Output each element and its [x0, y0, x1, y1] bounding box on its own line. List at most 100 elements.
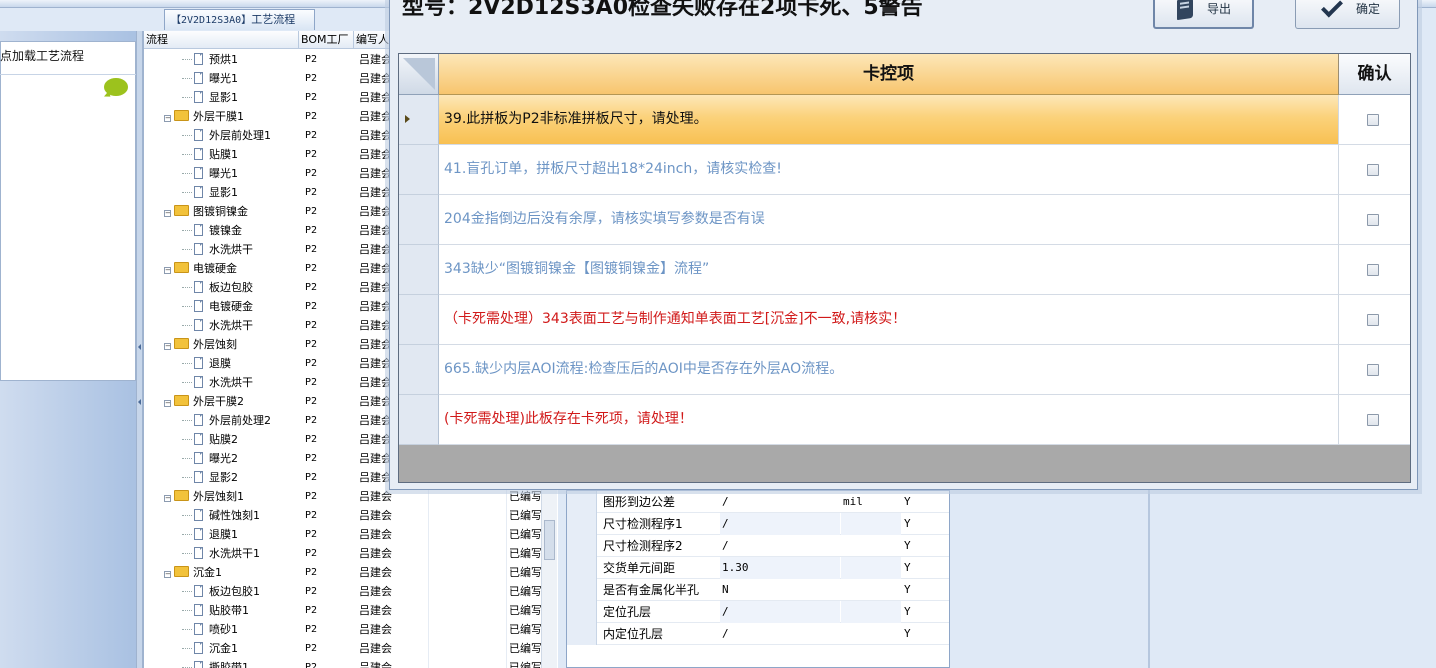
row-header[interactable] [399, 145, 439, 195]
process-name-text: 板边包胶1 [209, 585, 260, 598]
row-selector[interactable] [567, 513, 597, 535]
table-row[interactable]: 碱性蚀刻1 P2 吕建会 已编写 [144, 506, 558, 525]
confirm-checkbox[interactable] [1367, 114, 1379, 126]
confirm-checkbox[interactable] [1367, 314, 1379, 326]
table-row[interactable]: 板边包胶1 P2 吕建会 已编写 [144, 582, 558, 601]
right-panel-divider [1148, 490, 1150, 668]
col-header-bom[interactable]: BOM工厂 [299, 31, 354, 49]
process-name: 撕胶带1 [182, 658, 299, 668]
check-item-text: 665.缺少内层AOI流程:检查压后的AOI中是否存在外层AO流程。 [439, 345, 1339, 395]
document-icon [194, 471, 203, 483]
row-selector[interactable] [567, 557, 597, 579]
process-name: 板边包胶 [182, 278, 299, 297]
param-value[interactable]: / [720, 491, 840, 513]
grid-scrollbar[interactable] [541, 490, 557, 668]
param-name: 图形到边公差 [603, 495, 676, 509]
check-item-row[interactable]: 41.盲孔订单，拼板尺寸超出18*24inch，请核实检查! [399, 145, 1410, 195]
param-unit [841, 579, 901, 601]
check-item-row[interactable]: (卡死需处理)此板存在卡死项，请处理！ [399, 395, 1410, 445]
table-row[interactable]: 喷砂1 P2 吕建会 已编写 [144, 620, 558, 639]
tree-connector [182, 97, 192, 98]
col-header-confirm[interactable]: 确认 [1339, 54, 1410, 95]
export-button[interactable]: 导出 [1153, 0, 1254, 29]
table-row[interactable]: 退膜1 P2 吕建会 已编写 [144, 525, 558, 544]
param-name: 交货单元间距 [603, 561, 676, 575]
param-name: 是否有金属化半孔 [603, 583, 700, 597]
tree-connector [182, 59, 192, 60]
confirm-checkbox[interactable] [1367, 364, 1379, 376]
panel-splitter[interactable] [136, 31, 143, 668]
bom-factory: P2 [305, 434, 318, 445]
param-row[interactable]: 尺寸检测程序1 / Y [567, 513, 949, 535]
confirm-checkbox[interactable] [1367, 264, 1379, 276]
collapse-toggle-icon[interactable]: − [164, 495, 171, 502]
collapse-toggle-icon[interactable]: − [164, 210, 171, 217]
process-tab[interactable]: 【2V2D12S3A0】工艺流程 [164, 9, 315, 30]
table-row[interactable]: 撕胶带1 P2 吕建会 已编写 [144, 658, 558, 668]
collapse-left-icon-2[interactable] [138, 399, 141, 405]
row-header[interactable] [399, 295, 439, 345]
collapse-toggle-icon[interactable]: − [164, 343, 171, 350]
row-selector[interactable] [567, 579, 597, 601]
param-value[interactable]: / [720, 623, 840, 645]
row-header[interactable] [399, 245, 439, 295]
confirm-checkbox[interactable] [1367, 164, 1379, 176]
confirm-checkbox[interactable] [1367, 414, 1379, 426]
document-icon [194, 224, 203, 236]
table-row[interactable]: 水洗烘干1 P2 吕建会 已编写 [144, 544, 558, 563]
table-row[interactable]: 沉金1 P2 吕建会 已编写 [144, 639, 558, 658]
param-value[interactable]: / [720, 535, 840, 557]
param-row[interactable]: 是否有金属化半孔 N Y [567, 579, 949, 601]
param-row[interactable]: 定位孔层 / Y [567, 601, 949, 623]
bom-factory: P2 [305, 586, 318, 597]
row-header[interactable] [399, 395, 439, 445]
select-all-corner[interactable] [399, 54, 439, 95]
collapse-toggle-icon[interactable]: − [164, 400, 171, 407]
param-value[interactable]: / [720, 601, 840, 623]
process-name-text: 碱性蚀刻1 [209, 509, 260, 522]
row-selector[interactable] [567, 601, 597, 623]
checkmark-icon [1321, 0, 1343, 18]
row-selector[interactable] [567, 623, 597, 645]
dialog-title: 型号：2V2D12S3A0检查失败存在2项卡死、5警告 [402, 0, 923, 20]
collapse-toggle-icon[interactable]: − [164, 267, 171, 274]
table-row[interactable]: 贴胶带1 P2 吕建会 已编写 [144, 601, 558, 620]
collapse-toggle-icon[interactable]: − [164, 115, 171, 122]
param-row[interactable]: 交货单元间距 1.30 Y [567, 557, 949, 579]
row-header[interactable] [399, 95, 439, 145]
row-header[interactable] [399, 195, 439, 245]
param-value[interactable]: N [720, 579, 840, 601]
folder-icon [174, 262, 189, 273]
author: 吕建会 [359, 623, 392, 636]
param-row[interactable]: 尺寸检测程序2 / Y [567, 535, 949, 557]
process-name-text: 镀镍金 [209, 224, 242, 237]
confirm-checkbox[interactable] [1367, 214, 1379, 226]
col-header-process[interactable]: 流程 [144, 31, 299, 49]
param-flag: Y [904, 495, 911, 508]
ok-button[interactable]: 确定 [1295, 0, 1400, 29]
process-name: 水洗烘干 [182, 373, 299, 392]
row-selector[interactable] [567, 535, 597, 557]
check-item-row[interactable]: 343缺少“图镀铜镍金【图镀铜镍金】流程” [399, 245, 1410, 295]
collapse-toggle-icon[interactable]: − [164, 571, 171, 578]
param-row[interactable]: 图形到边公差 / mil Y [567, 491, 949, 513]
check-item-row[interactable]: （卡死需处理）343表面工艺与制作通知单表面工艺[沉金]不一致,请核实！ [399, 295, 1410, 345]
process-name: 贴胶带1 [182, 601, 299, 620]
param-value[interactable]: / [720, 513, 840, 535]
grid-scroll-thumb[interactable] [544, 520, 555, 560]
collapse-left-icon[interactable] [138, 344, 141, 350]
check-item-row[interactable]: 39.此拼板为P2非标准拼板尺寸，请处理。 [399, 95, 1410, 145]
check-item-row[interactable]: 204金指倒边后没有余厚，请核实填写参数是否有误 [399, 195, 1410, 245]
load-process-hint[interactable]: 点加载工艺流程 [0, 41, 136, 75]
row-selector[interactable] [567, 491, 597, 513]
param-unit: mil [843, 495, 863, 508]
col-header-check-item[interactable]: 卡控项 [439, 54, 1339, 95]
speech-bubble-icon[interactable] [104, 78, 128, 96]
param-row[interactable]: 内定位孔层 / Y [567, 623, 949, 645]
param-value[interactable]: 1.30 [720, 557, 840, 579]
row-header[interactable] [399, 345, 439, 395]
process-name-text: 外层前处理2 [209, 414, 271, 427]
check-item-row[interactable]: 665.缺少内层AOI流程:检查压后的AOI中是否存在外层AO流程。 [399, 345, 1410, 395]
document-icon [194, 547, 203, 559]
table-row[interactable]: − 沉金1 P2 吕建会 已编写 [144, 563, 558, 582]
